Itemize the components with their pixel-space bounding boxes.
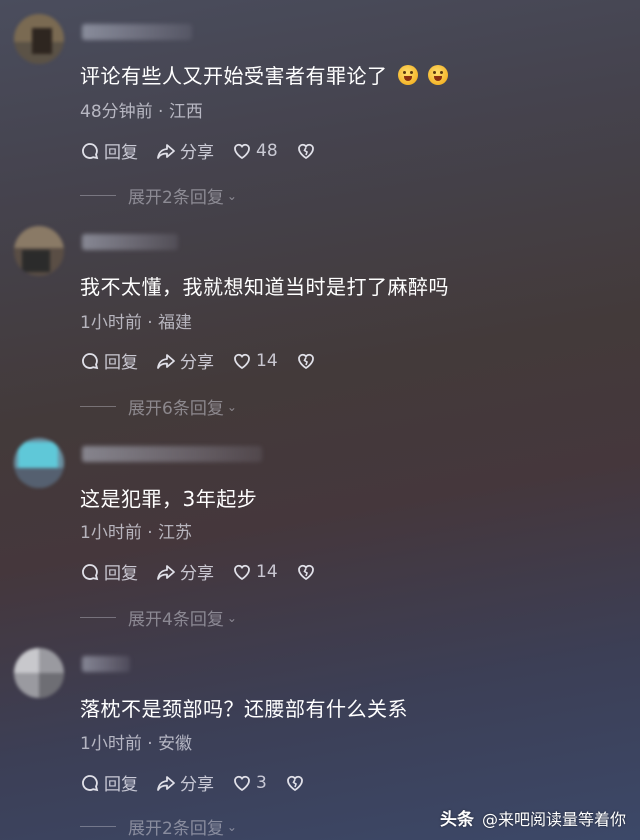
avatar[interactable] bbox=[14, 648, 64, 698]
avatar[interactable] bbox=[14, 226, 64, 276]
comment-actions: 回复 分享 3 bbox=[80, 770, 327, 795]
share-arrow-icon bbox=[157, 143, 175, 159]
expand-replies[interactable]: 展开2条回复 ⌄ bbox=[80, 183, 237, 208]
comment-text: 这是犯罪，3年起步 bbox=[80, 487, 258, 511]
comment-meta: 48分钟前 · 江西 bbox=[80, 102, 203, 122]
watermark: 头条 @来吧阅读量等着你 bbox=[439, 805, 626, 831]
comment-text: 评论有些人又开始受害者有罪论了 bbox=[80, 60, 448, 89]
laughing-emoji-icon bbox=[427, 65, 448, 85]
reply-label: 回复 bbox=[104, 564, 138, 584]
reply-button[interactable]: 回复 bbox=[80, 348, 138, 373]
expand-replies[interactable]: 展开4条回复 ⌄ bbox=[80, 605, 237, 630]
comment-text: 我不太懂，我就想知道当时是打了麻醉吗 bbox=[80, 275, 449, 299]
comment-text-content: 评论有些人又开始受害者有罪论了 bbox=[80, 64, 388, 88]
like-button[interactable]: 3 bbox=[232, 773, 267, 793]
share-arrow-icon bbox=[157, 775, 175, 791]
share-label: 分享 bbox=[180, 564, 214, 584]
username[interactable] bbox=[82, 24, 192, 40]
broken-heart-icon bbox=[286, 775, 303, 791]
broken-heart-icon bbox=[297, 564, 314, 580]
share-arrow-icon bbox=[157, 353, 175, 369]
expand-replies[interactable]: 展开2条回复 ⌄ bbox=[80, 814, 237, 839]
like-count: 3 bbox=[256, 772, 267, 793]
share-label: 分享 bbox=[180, 775, 214, 795]
heart-icon bbox=[234, 143, 250, 159]
dislike-button[interactable] bbox=[285, 773, 309, 793]
expand-replies-label: 展开4条回复 bbox=[128, 610, 224, 630]
chevron-down-icon: ⌄ bbox=[226, 610, 237, 625]
share-button[interactable]: 分享 bbox=[156, 348, 214, 373]
reply-label: 回复 bbox=[104, 353, 138, 373]
speech-bubble-icon bbox=[82, 352, 99, 369]
speech-bubble-icon bbox=[82, 142, 99, 159]
like-button[interactable]: 14 bbox=[232, 562, 278, 582]
heart-icon bbox=[234, 775, 250, 791]
chevron-down-icon: ⌄ bbox=[226, 188, 237, 203]
share-button[interactable]: 分享 bbox=[156, 559, 214, 584]
reply-label: 回复 bbox=[104, 143, 138, 163]
like-button[interactable]: 14 bbox=[232, 351, 278, 371]
broken-heart-icon bbox=[297, 353, 314, 369]
comment-text: 落枕不是颈部吗？还腰部有什么关系 bbox=[80, 697, 408, 721]
divider bbox=[80, 195, 116, 196]
avatar[interactable] bbox=[14, 14, 64, 64]
divider bbox=[80, 406, 116, 407]
comment-meta: 1小时前 · 安徽 bbox=[80, 734, 193, 754]
divider bbox=[80, 617, 116, 618]
broken-heart-icon bbox=[297, 143, 314, 159]
dislike-button[interactable] bbox=[296, 562, 320, 582]
comment-meta: 1小时前 · 江苏 bbox=[80, 523, 193, 543]
heart-icon bbox=[234, 353, 250, 369]
username[interactable] bbox=[82, 656, 130, 672]
expand-replies[interactable]: 展开6条回复 ⌄ bbox=[80, 394, 237, 419]
username[interactable] bbox=[82, 234, 178, 250]
dislike-button[interactable] bbox=[296, 141, 320, 161]
chevron-down-icon: ⌄ bbox=[226, 819, 237, 834]
reply-button[interactable]: 回复 bbox=[80, 138, 138, 163]
share-label: 分享 bbox=[180, 353, 214, 373]
watermark-brand: 头条 bbox=[439, 810, 474, 830]
avatar[interactable] bbox=[14, 438, 64, 488]
speech-bubble-icon bbox=[82, 563, 99, 580]
dislike-button[interactable] bbox=[296, 351, 320, 371]
expand-replies-label: 展开2条回复 bbox=[128, 819, 224, 839]
comment-actions: 回复 分享 14 bbox=[80, 559, 338, 584]
speech-bubble-icon bbox=[82, 774, 99, 791]
share-button[interactable]: 分享 bbox=[156, 138, 214, 163]
like-count: 14 bbox=[256, 561, 278, 582]
expand-replies-label: 展开6条回复 bbox=[128, 399, 224, 419]
share-button[interactable]: 分享 bbox=[156, 770, 214, 795]
like-count: 48 bbox=[256, 140, 278, 161]
reply-button[interactable]: 回复 bbox=[80, 559, 138, 584]
divider bbox=[80, 826, 116, 827]
username[interactable] bbox=[82, 446, 262, 462]
expand-replies-label: 展开2条回复 bbox=[128, 188, 224, 208]
heart-icon bbox=[234, 564, 250, 580]
reply-label: 回复 bbox=[104, 775, 138, 795]
like-count: 14 bbox=[256, 350, 278, 371]
comment-actions: 回复 分享 14 bbox=[80, 348, 338, 373]
laughing-emoji-icon bbox=[397, 65, 418, 85]
reply-button[interactable]: 回复 bbox=[80, 770, 138, 795]
comment-meta: 1小时前 · 福建 bbox=[80, 313, 193, 333]
like-button[interactable]: 48 bbox=[232, 141, 278, 161]
watermark-handle: @来吧阅读量等着你 bbox=[481, 809, 626, 829]
share-arrow-icon bbox=[157, 564, 175, 580]
chevron-down-icon: ⌄ bbox=[226, 399, 237, 414]
comment-actions: 回复 分享 48 bbox=[80, 138, 338, 163]
share-label: 分享 bbox=[180, 143, 214, 163]
